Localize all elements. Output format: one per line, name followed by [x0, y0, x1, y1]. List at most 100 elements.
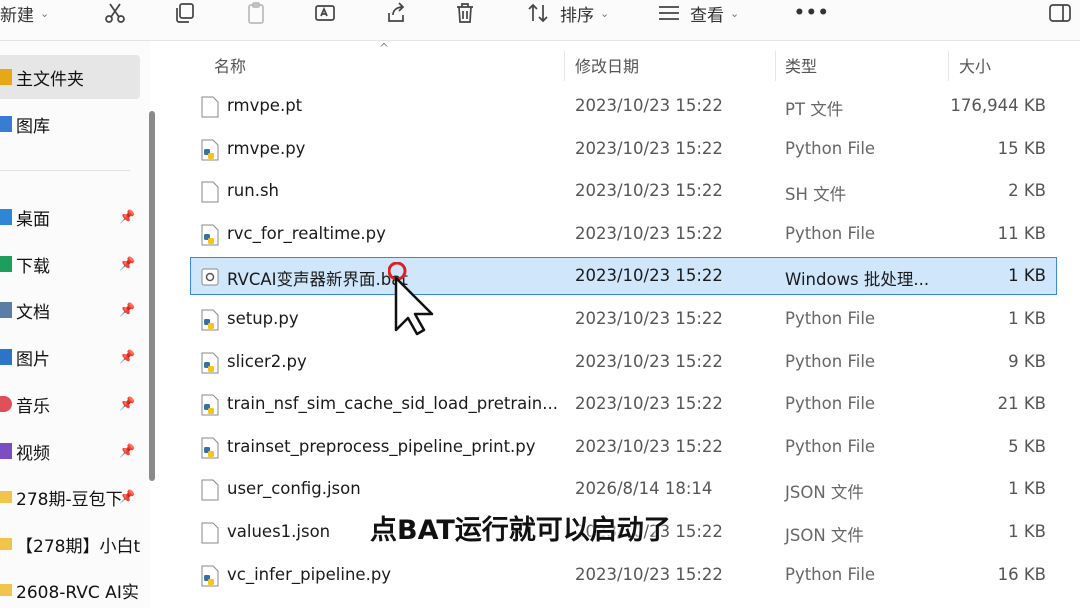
column-separator[interactable] [775, 51, 776, 81]
file-size: 11 KB [997, 223, 1046, 243]
sidebar-item-desktop[interactable]: 桌面 📌 [0, 195, 140, 239]
file-icon [201, 522, 219, 544]
file-type: Python File [785, 309, 876, 328]
chevron-down-icon: ⌄ [730, 6, 740, 20]
file-size: 1 KB [1008, 309, 1046, 328]
file-modified-date: 2023/10/23 15:22 [575, 436, 723, 456]
copy-button[interactable] [173, 0, 197, 26]
file-type: PT 文件 [785, 100, 844, 119]
new-button[interactable]: 新建 ⌄ [0, 0, 49, 26]
file-row[interactable]: user_config.json 2026/8/14 18:14 JSON 文件 1 … [190, 470, 1057, 508]
file-row[interactable]: rvc_for_realtime.py 2023/10/23 15:22 Pytho… [190, 215, 1057, 253]
cut-button[interactable] [103, 0, 127, 26]
sidebar-item-label: 主文件夹 [16, 69, 84, 90]
file-row[interactable]: trainset_preprocess_pipeline_print.py 202… [190, 428, 1057, 466]
view-button[interactable]: 查看 ⌄ [656, 0, 739, 26]
file-name: slicer2.py [227, 351, 307, 371]
sidebar-scrollbar[interactable] [149, 111, 155, 481]
folder-icon [0, 584, 12, 596]
chevron-down-icon: ⌄ [40, 6, 50, 20]
sidebar-item-label: 桌面 [16, 209, 50, 230]
sidebar-item-gallery[interactable]: 图库 [0, 102, 140, 146]
file-row[interactable]: run.sh 2023/10/23 15:22 SH 文件 2 KB [190, 172, 1057, 210]
python-file-icon [201, 565, 219, 587]
rename-button[interactable] [313, 0, 337, 26]
file-type: Python File [785, 436, 876, 456]
file-type: JSON 文件 [785, 483, 864, 503]
file-modified-date: 2023/10/23 15:22 [575, 138, 723, 158]
file-icon [201, 96, 219, 118]
file-name: rvc_for_realtime.py [227, 223, 386, 243]
file-icon [201, 181, 219, 203]
rename-icon [315, 5, 335, 21]
more-icon: ••• [794, 3, 830, 23]
file-type: Python File [785, 351, 876, 371]
file-icon [201, 479, 219, 501]
file-size: 15 KB [997, 138, 1046, 158]
file-name: train_nsf_sim_cache_sid_load_pretrain... [227, 394, 557, 414]
file-modified-date: 2023/10/23 15:22 [575, 96, 723, 115]
file-type: JSON 文件 [785, 526, 864, 545]
file-size: 176,944 KB [950, 96, 1046, 115]
python-file-icon [201, 139, 219, 161]
file-type: Python File [785, 223, 876, 243]
mouse-cursor-icon [388, 262, 434, 336]
python-file-icon [201, 437, 219, 459]
sidebar-item-pictures[interactable]: 图片 📌 [0, 335, 140, 379]
pin-icon: 📌 [119, 349, 136, 365]
details-pane-button[interactable] [1048, 0, 1072, 26]
sidebar-item-folder-2608[interactable]: 2608-RVC AI实 [0, 568, 140, 612]
file-modified-date: 2023/10/23 15:22 [575, 394, 723, 414]
file-row[interactable]: setup.py 2023/10/23 15:22 Python File 1 KB [190, 300, 1057, 338]
file-row[interactable]: vc_infer_pipeline.py 2023/10/23 15:22 Pyth… [190, 556, 1057, 594]
share-button[interactable] [384, 0, 408, 26]
file-row[interactable]: rmvpe.pt 2023/10/23 15:22 PT 文件 176,944 KB [190, 87, 1057, 125]
sidebar-item-label: 音乐 [16, 396, 50, 417]
pin-icon: 📌 [119, 489, 136, 505]
pin-icon: 📌 [119, 443, 136, 459]
video-caption: 点BAT运行就可以启动了 [370, 515, 671, 546]
column-header-date[interactable]: 修改日期 [575, 53, 639, 77]
sidebar-item-documents[interactable]: 文档 📌 [0, 288, 140, 332]
sidebar-item-label: 下载 [16, 256, 50, 277]
sidebar-item-label: 文档 [16, 302, 50, 323]
column-separator[interactable] [564, 51, 565, 81]
sidebar-item-folder-278-xiaobai[interactable]: 【278期】小白t [0, 522, 140, 566]
file-row[interactable]: RVCAI变声器新界面.bat 2023/10/23 15:22 Windows 批… [190, 257, 1057, 296]
sort-button[interactable]: 排序 ⌄ [526, 0, 609, 26]
file-size: 21 KB [997, 394, 1046, 414]
file-modified-date: 2023/10/23 15:22 [575, 181, 723, 201]
sidebar-item-videos[interactable]: 视频 📌 [0, 429, 140, 473]
file-size: 1 KB [1008, 522, 1046, 541]
column-header-type[interactable]: 类型 [785, 53, 817, 77]
file-name: rmvpe.pt [227, 96, 303, 115]
file-row[interactable]: train_nsf_sim_cache_sid_load_pretrain...… [190, 385, 1057, 423]
file-row[interactable]: rmvpe.py 2023/10/23 15:22 Python File 15 KB [190, 130, 1057, 168]
more-options-button[interactable]: ••• [794, 0, 830, 26]
paste-button[interactable] [244, 0, 268, 26]
file-size: 1 KB [1008, 266, 1046, 286]
sidebar-item-folder-278[interactable]: 278期-豆包下 📌 [0, 475, 140, 519]
file-type: SH 文件 [785, 185, 847, 205]
sidebar-item-label: 【278期】小白t [16, 536, 140, 557]
column-header-size[interactable]: 大小 [959, 53, 991, 77]
home-icon [0, 69, 12, 85]
file-row[interactable]: slicer2.py 2023/10/23 15:22 Python File 9 K… [190, 343, 1057, 381]
column-header-name[interactable]: 名称 [214, 53, 246, 77]
pin-icon: 📌 [119, 209, 136, 225]
copy-icon [176, 3, 194, 23]
file-size: 16 KB [997, 564, 1046, 584]
download-icon [0, 256, 12, 272]
column-separator[interactable] [948, 51, 949, 81]
sidebar-item-home[interactable]: 主文件夹 [0, 55, 140, 99]
delete-button[interactable] [453, 0, 477, 26]
folder-icon [0, 491, 12, 503]
file-modified-date: 2023/10/23 15:22 [575, 309, 723, 328]
details-pane-icon [1049, 4, 1071, 22]
sidebar-item-downloads[interactable]: 下载 📌 [0, 242, 140, 286]
file-name: vc_infer_pipeline.py [227, 564, 392, 584]
file-size: 2 KB [1008, 181, 1046, 201]
file-size: 5 KB [1008, 436, 1046, 456]
new-label: 新建 [0, 5, 34, 26]
sidebar-item-music[interactable]: 音乐 📌 [0, 382, 140, 426]
